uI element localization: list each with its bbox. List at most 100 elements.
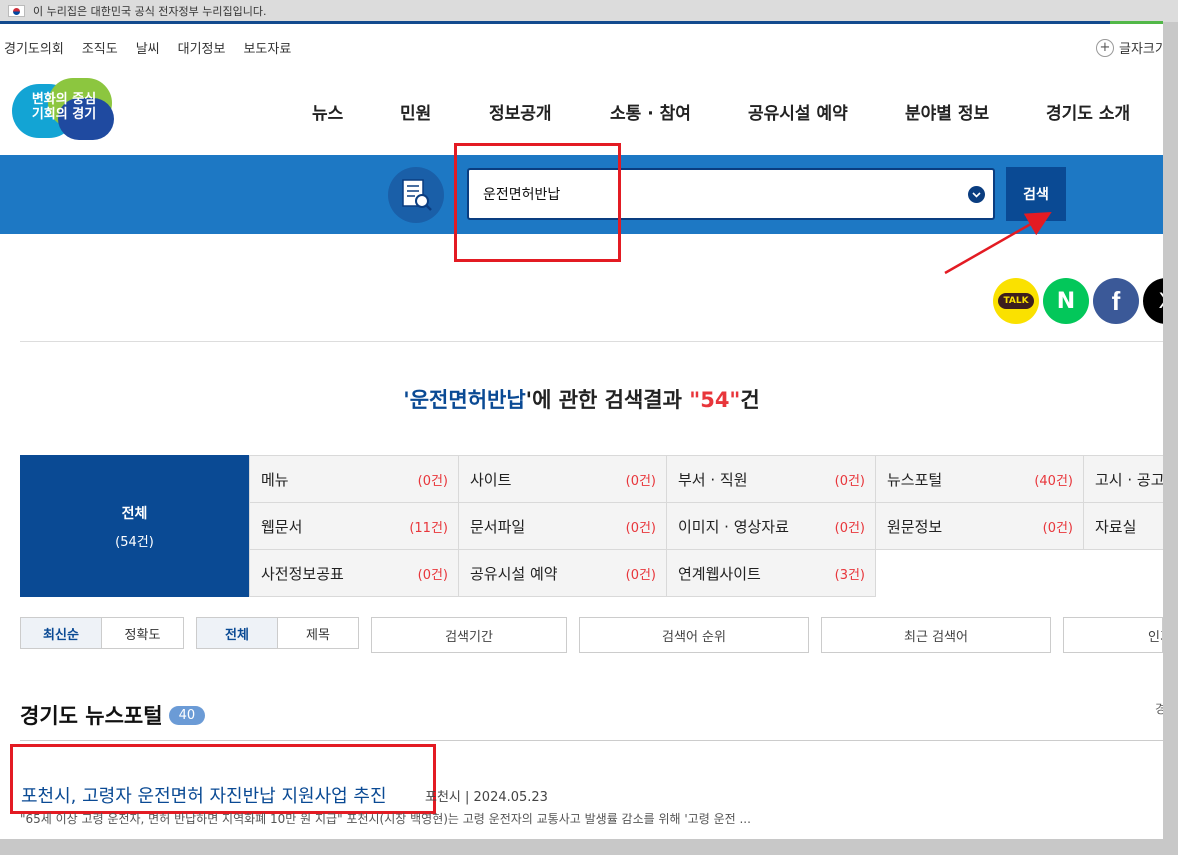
- tab-label: 웹문서: [261, 517, 303, 536]
- nav-field-info[interactable]: 분야별 정보: [905, 99, 1046, 124]
- scope-all-button[interactable]: 전체: [197, 618, 278, 648]
- nav-participation[interactable]: 소통 · 참여: [610, 99, 748, 124]
- tab-label: 원문정보: [887, 517, 943, 536]
- result-keyword: 운전면허반납: [409, 388, 526, 412]
- highlight-box: [454, 143, 621, 262]
- x-label: X: [1159, 288, 1163, 314]
- search-scope-toggle: 전체 제목: [196, 617, 359, 649]
- section-more-link[interactable]: 경: [1155, 700, 1163, 717]
- naver-share-icon[interactable]: N: [1043, 278, 1089, 324]
- tab-label: 부서 · 직원: [678, 470, 748, 489]
- tab-count: (0건): [625, 473, 656, 489]
- tab-all-count: (54건): [115, 534, 154, 550]
- tab-label: 공유시설 예약: [470, 564, 558, 583]
- logo[interactable]: 변화의 중심 기회의 경기: [12, 78, 116, 140]
- nav-facility[interactable]: 공유시설 예약: [748, 99, 905, 124]
- tab-news-portal[interactable]: 뉴스포털 (40건): [875, 455, 1084, 503]
- popular-keywords-button[interactable]: 인기 검: [1063, 617, 1163, 653]
- plus-icon: +: [1096, 38, 1114, 57]
- tab-label: 이미지 · 영상자료: [678, 517, 789, 536]
- section-count-badge: 40: [168, 705, 206, 725]
- tab-archive[interactable]: 자료실: [1083, 502, 1163, 550]
- tab-count: (0건): [417, 473, 448, 489]
- tab-label: 고시 · 공고/: [1095, 470, 1163, 489]
- chevron-down-icon[interactable]: [968, 186, 985, 203]
- sort-latest-button[interactable]: 최신순: [21, 618, 102, 648]
- tab-label: 연계웹사이트: [678, 564, 761, 583]
- tab-count: (0건): [834, 520, 865, 536]
- utility-link-air[interactable]: 대기정보: [178, 38, 226, 57]
- utility-link-assembly[interactable]: 경기도의회: [4, 38, 64, 57]
- tab-notice[interactable]: 고시 · 공고/: [1083, 455, 1163, 503]
- news-item-description: "65세 이상 고령 운전자, 면허 반납하면 지역화폐 10만 원 지급" 포…: [20, 812, 751, 826]
- tab-original-info[interactable]: 원문정보 (0건): [875, 502, 1084, 550]
- result-count: "54": [689, 388, 741, 412]
- tab-label: 자료실: [1095, 517, 1137, 536]
- tab-count: (11건): [409, 520, 448, 536]
- tab-label: 뉴스포털: [887, 470, 943, 489]
- news-item-title[interactable]: 포천시, 고령자 운전면허 자진반납 지원사업 추진: [21, 782, 387, 808]
- gov-banner: 이 누리집은 대한민국 공식 전자정부 누리집입니다.: [0, 0, 1178, 22]
- utility-links: 경기도의회 조직도 날씨 대기정보 보도자료: [0, 38, 291, 57]
- divider: [20, 341, 1163, 342]
- tab-count: (0건): [834, 473, 865, 489]
- tab-all-label: 전체: [121, 505, 148, 522]
- divider: [20, 740, 1163, 741]
- facebook-label: f: [1111, 285, 1121, 316]
- logo-text-line: 변화의 중심: [31, 92, 97, 107]
- section-title: 경기도 뉴스포털: [20, 704, 163, 728]
- tab-label: 사이트: [470, 470, 512, 489]
- tab-count: (0건): [1042, 520, 1073, 536]
- sort-accuracy-button[interactable]: 정확도: [102, 618, 183, 648]
- font-size-control[interactable]: + 글자크기: [1096, 38, 1163, 57]
- scope-title-button[interactable]: 제목: [278, 618, 358, 648]
- logo-text-line: 기회의 경기: [31, 107, 97, 122]
- tab-pre-disclosure[interactable]: 사전정보공표 (0건): [249, 549, 459, 597]
- tab-site[interactable]: 사이트 (0건): [458, 455, 667, 503]
- nav-about[interactable]: 경기도 소개: [1046, 99, 1130, 124]
- logo-text: 변화의 중심 기회의 경기: [18, 92, 110, 122]
- kakao-share-icon[interactable]: TALK: [993, 278, 1039, 324]
- korea-flag-icon: [8, 5, 25, 17]
- naver-label: N: [1056, 288, 1076, 314]
- tab-media[interactable]: 이미지 · 영상자료 (0건): [666, 502, 876, 550]
- section-heading: 경기도 뉴스포털 40: [20, 700, 206, 730]
- tab-menu[interactable]: 메뉴 (0건): [249, 455, 459, 503]
- tab-linked-sites[interactable]: 연계웹사이트 (3건): [666, 549, 876, 597]
- facebook-share-icon[interactable]: f: [1093, 278, 1139, 324]
- tab-count: (0건): [625, 567, 656, 583]
- tab-department[interactable]: 부서 · 직원 (0건): [666, 455, 876, 503]
- sort-order-toggle: 최신순 정확도: [20, 617, 184, 649]
- tab-count: (0건): [625, 520, 656, 536]
- result-suffix: 건: [740, 388, 760, 412]
- tab-label: 사전정보공표: [261, 564, 344, 583]
- tab-all[interactable]: 전체 (54건): [20, 455, 249, 597]
- search-button[interactable]: 검색: [1006, 167, 1066, 221]
- gov-banner-text: 이 누리집은 대한민국 공식 전자정부 누리집입니다.: [33, 5, 267, 18]
- page: 경기도의회 조직도 날씨 대기정보 보도자료 + 글자크기 변화의 중심 기회의…: [0, 24, 1163, 839]
- tab-doc-files[interactable]: 문서파일 (0건): [458, 502, 667, 550]
- document-search-icon: [388, 167, 444, 223]
- nav-news[interactable]: 뉴스: [312, 99, 400, 124]
- search-period-button[interactable]: 검색기간: [371, 617, 567, 653]
- recent-keywords-button[interactable]: 최근 검색어: [821, 617, 1051, 653]
- kakao-label: TALK: [998, 293, 1034, 309]
- x-share-icon[interactable]: X: [1143, 278, 1163, 324]
- tab-label: 메뉴: [261, 470, 289, 489]
- font-size-label: 글자크기: [1119, 42, 1163, 57]
- news-item-meta: 포천시 | 2024.05.23: [425, 790, 548, 805]
- nav-civil[interactable]: 민원: [400, 99, 489, 124]
- tab-web-docs[interactable]: 웹문서 (11건): [249, 502, 459, 550]
- utility-link-press[interactable]: 보도자료: [243, 38, 291, 57]
- nav-disclosure[interactable]: 정보공개: [489, 99, 610, 124]
- result-heading: '운전면허반납'에 관한 검색결과 "54"건: [0, 384, 1163, 414]
- keyword-ranking-button[interactable]: 검색어 순위: [579, 617, 809, 653]
- main-nav: 뉴스 민원 정보공개 소통 · 참여 공유시설 예약 분야별 정보 경기도 소개: [312, 99, 1130, 124]
- tab-count: (0건): [417, 567, 448, 583]
- tab-count: (40건): [1034, 473, 1073, 489]
- tab-label: 문서파일: [470, 517, 526, 536]
- tab-facility-booking[interactable]: 공유시설 예약 (0건): [458, 549, 667, 597]
- tab-count: (3건): [834, 567, 865, 583]
- utility-link-weather[interactable]: 날씨: [136, 38, 160, 57]
- utility-link-org[interactable]: 조직도: [82, 38, 118, 57]
